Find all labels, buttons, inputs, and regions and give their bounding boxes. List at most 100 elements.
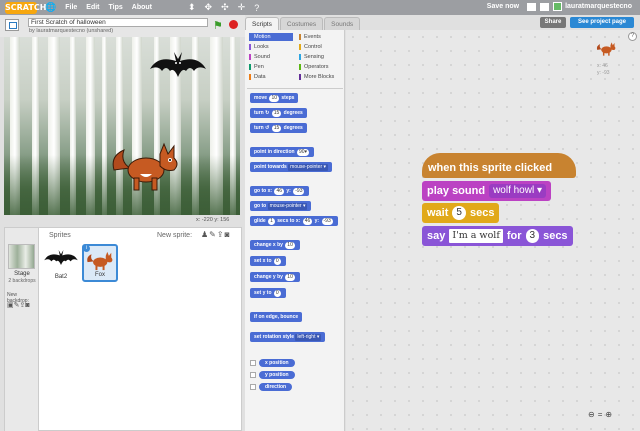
category-motion[interactable]: Motion xyxy=(249,33,293,41)
grow-icon[interactable]: ✣ xyxy=(221,2,229,13)
help-block-icon[interactable]: ? xyxy=(254,3,259,13)
duplicate-icon[interactable]: ⬍ xyxy=(188,2,196,13)
bat-sprite[interactable] xyxy=(148,47,208,87)
globe-icon[interactable]: 🌐 xyxy=(45,2,56,13)
shrink-icon[interactable]: ✛ xyxy=(238,2,246,13)
block-text: say xyxy=(427,230,446,242)
sound-dropdown[interactable]: wolf howl ▾ xyxy=(489,184,547,198)
sprite-pane: Stage 2 backdrops New backdrop: ▣✎⇪◙ Spr… xyxy=(4,227,242,431)
menu-about[interactable]: About xyxy=(132,4,152,11)
sprite-tile-bat2[interactable]: Bat2 xyxy=(43,244,79,282)
category-sensing[interactable]: Sensing xyxy=(299,53,343,61)
block-input[interactable]: 90▾ xyxy=(296,149,310,156)
block-input[interactable]: -93 xyxy=(321,218,333,225)
say-secs-input[interactable]: 3 xyxy=(525,229,540,243)
help-icon[interactable]: ? xyxy=(628,32,637,41)
block-input[interactable]: 10 xyxy=(285,274,295,281)
category-events[interactable]: Events xyxy=(299,33,343,41)
checkbox-direction[interactable] xyxy=(250,384,256,390)
block-set-y[interactable]: set y to 0 xyxy=(250,288,286,298)
scratch-logo[interactable]: SCRATCH xyxy=(5,1,46,14)
block-glide[interactable]: glide 1 secs to x: 46 y: -93 xyxy=(250,216,338,226)
block-input[interactable]: 15 xyxy=(271,110,282,117)
cut-icon[interactable]: ✥ xyxy=(205,2,213,13)
zoom-in-icon[interactable]: ⊕ xyxy=(605,410,615,419)
block-input[interactable]: 0 xyxy=(273,258,281,265)
menu-tips[interactable]: Tips xyxy=(109,4,123,11)
messages-icon[interactable] xyxy=(527,2,537,11)
say-text-input[interactable]: I'm a wolf xyxy=(449,229,503,243)
tab-sounds[interactable]: Sounds xyxy=(324,17,361,30)
tab-scripts[interactable]: Scripts xyxy=(245,17,279,30)
image-icon[interactable]: ▣ xyxy=(7,302,14,309)
play-sound-block[interactable]: play sound wolf howl ▾ xyxy=(422,181,552,201)
block-turn-right[interactable]: turn ↻ 15 degrees xyxy=(250,108,307,118)
block-input[interactable]: 46 xyxy=(274,188,285,195)
username-menu[interactable]: lauratmarquestecno xyxy=(565,3,632,10)
see-project-page-button[interactable]: See project page xyxy=(570,17,634,28)
category-sound[interactable]: Sound xyxy=(249,53,293,61)
block-move[interactable]: move 10 steps xyxy=(250,93,299,103)
block-dropdown[interactable]: mouse-pointer ▾ xyxy=(267,203,308,210)
block-dropdown[interactable]: mouse-pointer ▾ xyxy=(288,164,329,171)
stage-canvas[interactable] xyxy=(4,37,240,215)
save-now-link[interactable]: Save now xyxy=(487,3,519,10)
menu-file[interactable]: File xyxy=(65,4,77,11)
zoom-out-icon[interactable]: ⊖ xyxy=(588,410,598,419)
tab-costumes[interactable]: Costumes xyxy=(279,17,324,30)
category-data[interactable]: Data xyxy=(249,73,293,81)
sprite-library-icon[interactable]: ♟ xyxy=(201,230,209,239)
checkbox-x-position[interactable] xyxy=(250,360,256,366)
category-pen[interactable]: Pen xyxy=(249,63,293,71)
reporter-y-position[interactable]: y position xyxy=(259,371,295,379)
camera-sprite-icon[interactable]: ◙ xyxy=(225,230,231,239)
category-list: Motion Looks Sound Pen Data Events Contr… xyxy=(249,33,345,85)
category-operators[interactable]: Operators xyxy=(299,63,343,71)
block-input[interactable]: 0 xyxy=(273,290,281,297)
block-rotation-style[interactable]: set rotation style left-right ▾ xyxy=(250,332,326,342)
block-point-direction[interactable]: point in direction 90▾ xyxy=(250,147,315,157)
sound-name: wolf howl xyxy=(493,185,535,196)
category-more-blocks[interactable]: More Blocks xyxy=(299,73,343,81)
block-point-towards[interactable]: point towards mouse-pointer ▾ xyxy=(250,162,333,172)
stage-thumbnail[interactable] xyxy=(8,244,35,269)
camera-icon[interactable]: ◙ xyxy=(25,302,29,309)
block-bounce[interactable]: if on edge, bounce xyxy=(250,312,303,322)
when-sprite-clicked-block[interactable]: when this sprite clicked xyxy=(422,153,576,178)
wait-block[interactable]: wait 5 secs xyxy=(422,203,500,223)
block-goto[interactable]: go to mouse-pointer ▾ xyxy=(250,201,312,211)
project-title-input[interactable]: First Scratch of halloween xyxy=(28,18,208,27)
checkbox-y-position[interactable] xyxy=(250,372,256,378)
green-flag-icon[interactable]: ⚑ xyxy=(213,19,223,32)
share-button[interactable]: Share xyxy=(540,17,566,28)
stop-icon[interactable] xyxy=(229,20,238,29)
say-for-block[interactable]: say I'm a wolf for 3 secs xyxy=(422,226,573,246)
block-input[interactable]: 15 xyxy=(271,125,282,132)
category-control[interactable]: Control xyxy=(299,43,343,51)
paint-sprite-icon[interactable]: ✎ xyxy=(209,230,217,239)
block-input[interactable]: -93 xyxy=(293,188,305,195)
sprite-tile-fox[interactable]: i Fox xyxy=(82,244,118,282)
block-goto-xy[interactable]: go to x: 46 y: -93 xyxy=(250,186,310,196)
menu-edit[interactable]: Edit xyxy=(86,4,99,11)
category-looks[interactable]: Looks xyxy=(249,43,293,51)
reporter-x-position[interactable]: x position xyxy=(259,359,295,367)
wait-input[interactable]: 5 xyxy=(452,206,466,220)
block-dropdown[interactable]: left-right ▾ xyxy=(295,334,322,341)
block-input[interactable]: 1 xyxy=(268,218,275,225)
block-change-x[interactable]: change x by 10 xyxy=(250,240,300,250)
presentation-mode-button[interactable] xyxy=(5,19,19,31)
fox-sprite[interactable] xyxy=(110,140,186,194)
block-turn-left[interactable]: turn ↺ 15 degrees xyxy=(250,123,307,133)
block-input[interactable]: 46 xyxy=(302,218,313,225)
reporter-direction[interactable]: direction xyxy=(259,383,293,391)
menubar: SCRATCH 🌐 File Edit Tips About ⬍ ✥ ✣ ✛ ?… xyxy=(0,0,640,15)
block-text: wait xyxy=(427,207,449,219)
avatar[interactable] xyxy=(553,2,563,11)
my-stuff-icon[interactable] xyxy=(540,2,550,11)
block-set-x[interactable]: set x to 0 xyxy=(250,256,286,266)
block-input[interactable]: 10 xyxy=(269,95,280,102)
upload-sprite-icon[interactable]: ⇪ xyxy=(217,230,225,239)
block-input[interactable]: 10 xyxy=(285,242,295,249)
block-change-y[interactable]: change y by 10 xyxy=(250,272,300,282)
